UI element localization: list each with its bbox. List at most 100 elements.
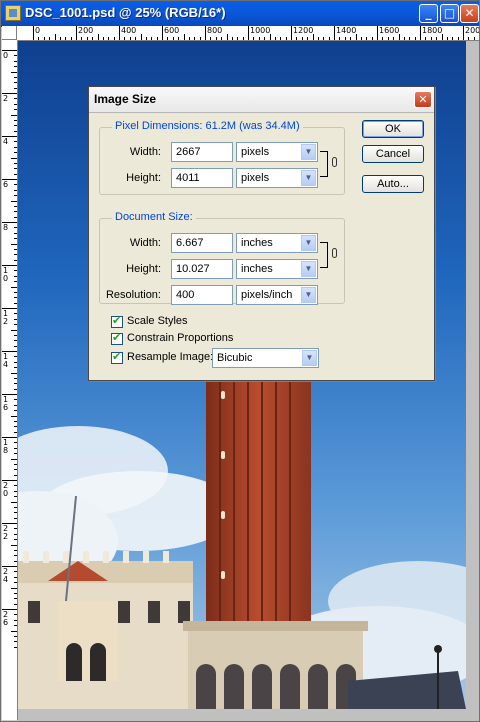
vertical-scroll-gutter[interactable] xyxy=(466,41,479,721)
pixel-width-input[interactable]: 2667 xyxy=(171,142,233,162)
ruler-label: 1400 xyxy=(336,26,357,35)
ruler-minor-tick xyxy=(14,87,17,89)
chevron-down-icon[interactable]: ▼ xyxy=(301,144,316,160)
dialog-title-bar[interactable]: Image Size ✕ xyxy=(89,87,434,113)
ruler-minor-tick xyxy=(14,162,17,164)
ruler-minor-tick xyxy=(14,109,17,111)
resample-image-label[interactable]: Resample Image: xyxy=(127,351,213,363)
ruler-minor-tick xyxy=(14,576,17,578)
constrain-proportions-label[interactable]: Constrain Proportions xyxy=(127,332,233,344)
ruler-minor-tick xyxy=(14,410,17,412)
ruler-minor-tick xyxy=(14,173,17,175)
ruler-minor-tick xyxy=(14,549,17,551)
window-title-bar[interactable]: DSC_1001.psd @ 25% (RGB/16*) _ □ ✕ xyxy=(1,1,479,27)
resolution-label: Resolution: xyxy=(105,289,161,301)
resolution-input[interactable]: 400 xyxy=(171,285,233,305)
ruler-minor-tick xyxy=(135,37,137,40)
scale-styles-label[interactable]: Scale Styles xyxy=(127,315,188,327)
ruler-minor-tick xyxy=(199,37,201,40)
ruler-minor-tick xyxy=(355,34,357,40)
ruler-minor-tick xyxy=(14,367,17,369)
minimize-button[interactable]: _ xyxy=(419,4,438,23)
ruler-minor-tick xyxy=(14,447,17,449)
ruler-minor-tick xyxy=(11,415,17,417)
doc-width-unit-select[interactable]: inches ▼ xyxy=(236,233,318,253)
resample-method-select[interactable]: Bicubic ▼ xyxy=(212,348,319,368)
window-title: DSC_1001.psd @ 25% (RGB/16*) xyxy=(25,5,226,20)
scale-styles-checkbox[interactable] xyxy=(111,314,123,328)
resample-image-checkbox[interactable] xyxy=(111,350,123,364)
ruler-minor-tick xyxy=(14,254,17,256)
ruler-minor-tick xyxy=(11,114,17,116)
ruler-minor-tick xyxy=(108,37,110,40)
ruler-minor-tick xyxy=(468,37,470,40)
pixel-height-unit-select[interactable]: pixels ▼ xyxy=(236,168,318,188)
ruler-label: 1000 xyxy=(250,26,271,35)
ok-button[interactable]: OK xyxy=(362,120,424,138)
ruler-minor-tick xyxy=(14,195,17,197)
chevron-down-icon[interactable]: ▼ xyxy=(301,235,316,251)
ruler-minor-tick xyxy=(14,383,17,385)
ruler-minor-tick xyxy=(221,37,223,40)
vertical-ruler[interactable]: 0 2 4 6 8 10 12 14 16 18 20 22 24 26 xyxy=(2,40,18,720)
chevron-down-icon[interactable]: ▼ xyxy=(301,287,316,303)
ruler-minor-tick xyxy=(14,533,17,535)
pixel-width-unit-select[interactable]: pixels ▼ xyxy=(236,142,318,162)
ruler-minor-tick xyxy=(14,646,17,648)
ruler-minor-tick xyxy=(366,37,368,40)
ruler-label: 22 xyxy=(3,524,9,541)
ruler-minor-tick xyxy=(102,37,104,40)
ruler-minor-tick xyxy=(226,34,228,40)
ruler-minor-tick xyxy=(14,431,17,433)
ruler-minor-tick xyxy=(371,37,373,40)
resolution-unit-select[interactable]: pixels/inch ▼ xyxy=(236,285,318,305)
constrain-bracket-doc xyxy=(320,242,328,268)
ruler-minor-tick xyxy=(81,37,83,40)
ruler-minor-tick xyxy=(14,539,17,541)
ruler-minor-tick xyxy=(14,598,17,600)
ruler-major-tick xyxy=(420,26,421,40)
ruler-label: 0 xyxy=(3,51,9,60)
pixel-dimensions-label: Pixel Dimensions: xyxy=(115,120,203,132)
ruler-minor-tick xyxy=(14,614,17,616)
ruler-minor-tick xyxy=(14,571,17,573)
ruler-minor-tick xyxy=(124,37,126,40)
pixel-height-input[interactable]: 4011 xyxy=(171,168,233,188)
ruler-label: 10 xyxy=(3,266,9,283)
horizontal-scroll-gutter[interactable] xyxy=(18,709,479,721)
ruler-major-tick xyxy=(463,26,464,40)
doc-height-input[interactable]: 10.027 xyxy=(171,259,233,279)
chevron-down-icon[interactable]: ▼ xyxy=(302,350,317,366)
ruler-minor-tick xyxy=(14,469,17,471)
chevron-down-icon[interactable]: ▼ xyxy=(301,170,316,186)
ruler-minor-tick xyxy=(14,340,17,342)
close-window-button[interactable]: ✕ xyxy=(460,4,479,23)
ruler-minor-tick xyxy=(97,34,99,40)
ruler-label: 14 xyxy=(3,352,9,369)
cancel-button[interactable]: Cancel xyxy=(362,145,424,163)
constrain-proportions-checkbox[interactable] xyxy=(111,331,123,345)
ruler-minor-tick xyxy=(264,37,266,40)
ruler-label: 16 xyxy=(3,395,9,412)
horizontal-ruler[interactable]: 0 200 400 600 800 1000 1200 1400 1600 1800 2000 xyxy=(17,26,479,41)
ruler-minor-tick xyxy=(14,82,17,84)
ruler-minor-tick xyxy=(14,420,17,422)
doc-height-unit-select[interactable]: inches ▼ xyxy=(236,259,318,279)
ruler-label: 2000 xyxy=(465,26,479,35)
chevron-down-icon[interactable]: ▼ xyxy=(301,261,316,277)
ruler-label: 2 xyxy=(3,94,9,103)
doc-width-input[interactable]: 6.667 xyxy=(171,233,233,253)
maximize-button[interactable]: □ xyxy=(440,4,459,23)
ruler-minor-tick xyxy=(14,216,17,218)
pixel-dimensions-size: 61.2M (was 34.4M) xyxy=(205,120,300,132)
ruler-major-tick xyxy=(377,26,378,40)
pixel-dimensions-legend: Pixel Dimensions: 61.2M (was 34.4M) xyxy=(112,120,303,132)
ruler-minor-tick xyxy=(11,501,17,503)
ruler-origin[interactable] xyxy=(2,26,17,40)
dialog-close-button[interactable]: ✕ xyxy=(414,91,432,108)
auto-button[interactable]: Auto... xyxy=(362,175,424,193)
ruler-minor-tick xyxy=(14,528,17,530)
ruler-minor-tick xyxy=(129,37,131,40)
ruler-major-tick xyxy=(76,26,77,40)
ruler-minor-tick xyxy=(269,34,271,40)
